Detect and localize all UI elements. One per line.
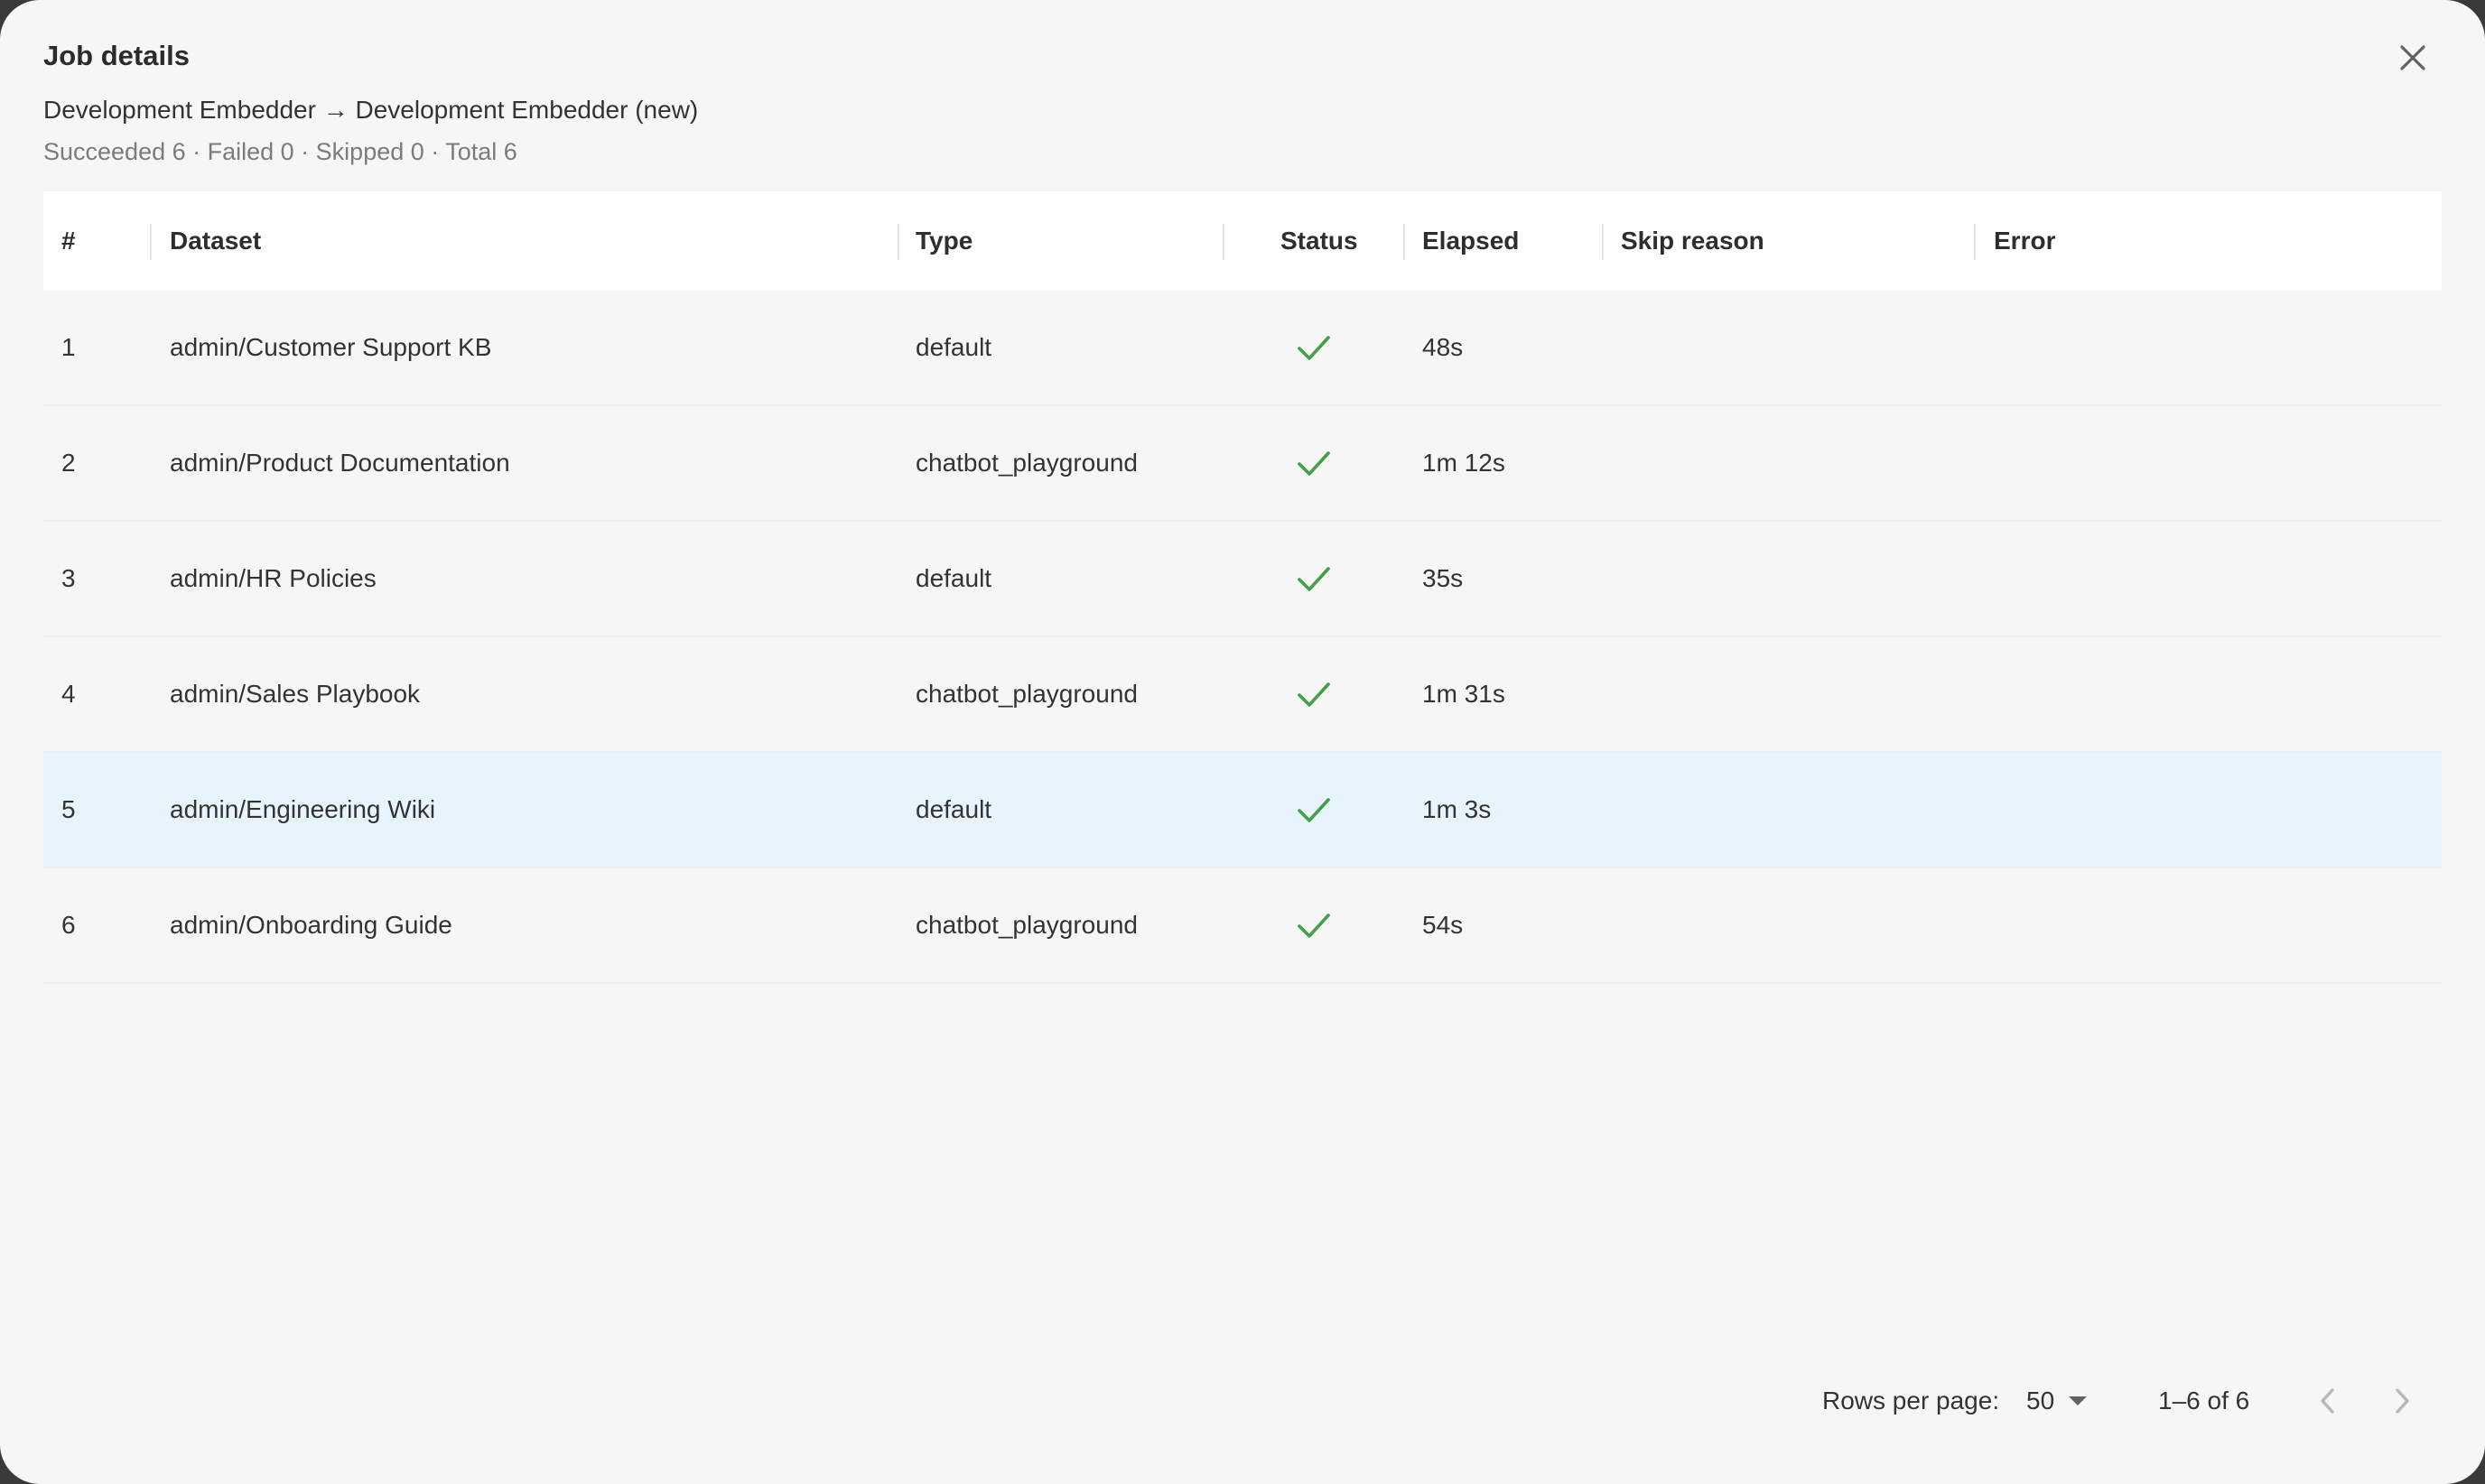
cell-elapsed: 1m 3s (1422, 795, 1492, 823)
arrow-drop-down-icon (2069, 1396, 2088, 1405)
close-button[interactable] (2389, 34, 2436, 81)
cell-type: default (916, 333, 992, 361)
cell-dataset: admin/Customer Support KB (170, 333, 492, 361)
column-separator (1602, 224, 1604, 260)
table-header: # Dataset Type Status Elapsed Skip reaso… (43, 191, 2442, 291)
previous-page-button[interactable] (2306, 1379, 2350, 1423)
cell-type: chatbot_playground (916, 449, 1138, 477)
cell-dataset: admin/HR Policies (170, 564, 377, 592)
job-route: Development Embedder → Development Embed… (43, 96, 699, 124)
cell-elapsed: 1m 31s (1422, 680, 1505, 708)
next-page-button[interactable] (2380, 1379, 2424, 1423)
cell-dataset: admin/Engineering Wiki (170, 795, 436, 823)
column-header-type[interactable]: Type (916, 191, 973, 291)
cell-index: 6 (61, 911, 76, 939)
column-header-index[interactable]: # (61, 191, 76, 291)
column-separator (1974, 224, 1976, 260)
chevron-right-icon (2396, 1388, 2409, 1414)
cell-elapsed: 35s (1422, 564, 1464, 592)
table-row[interactable]: 4 admin/Sales Playbook chatbot_playgroun… (43, 637, 2442, 753)
cell-index: 1 (61, 333, 76, 361)
table-row[interactable]: 2 admin/Product Documentation chatbot_pl… (43, 406, 2442, 522)
rows-per-page-select[interactable]: 50 (2026, 1381, 2089, 1421)
column-header-dataset[interactable]: Dataset (170, 191, 261, 291)
cell-index: 5 (61, 795, 76, 823)
close-icon (2400, 45, 2425, 70)
column-header-error[interactable]: Error (1994, 191, 2055, 291)
chevron-left-icon (2321, 1388, 2334, 1414)
check-icon (1298, 336, 1330, 360)
job-details-dialog: Job details Development Embedder → Devel… (0, 0, 2485, 1484)
rows-per-page-label: Rows per page: (1822, 1387, 2000, 1414)
check-icon (1298, 914, 1330, 938)
column-header-elapsed[interactable]: Elapsed (1422, 191, 1519, 291)
dialog-title: Job details (43, 40, 190, 71)
cell-type: chatbot_playground (916, 911, 1138, 939)
check-icon (1298, 567, 1330, 591)
check-icon (1298, 682, 1330, 707)
job-results-table: # Dataset Type Status Elapsed Skip reaso… (43, 191, 2442, 984)
cell-type: chatbot_playground (916, 680, 1138, 708)
cell-elapsed: 54s (1422, 911, 1464, 939)
column-separator (1223, 224, 1224, 260)
cell-type: default (916, 564, 992, 592)
cell-dataset: admin/Onboarding Guide (170, 911, 452, 939)
cell-elapsed: 48s (1422, 333, 1464, 361)
column-separator (1403, 224, 1405, 260)
check-icon (1298, 451, 1330, 476)
cell-index: 4 (61, 680, 76, 708)
check-icon (1298, 798, 1330, 822)
cell-type: default (916, 795, 992, 823)
pagination-range: 1–6 of 6 (2158, 1387, 2250, 1414)
column-header-status[interactable]: Status (1280, 191, 1358, 291)
cell-index: 3 (61, 564, 76, 592)
cell-dataset: admin/Product Documentation (170, 449, 510, 477)
table-row[interactable]: 1 admin/Customer Support KB default 48s (43, 291, 2442, 406)
table-row[interactable]: 6 admin/Onboarding Guide chatbot_playgro… (43, 868, 2442, 984)
job-summary: Succeeded 6 · Failed 0 · Skipped 0 · Tot… (43, 138, 517, 165)
cell-index: 2 (61, 449, 76, 477)
cell-dataset: admin/Sales Playbook (170, 680, 421, 708)
table-row[interactable]: 5 admin/Engineering Wiki default 1m 3s (43, 753, 2442, 868)
column-separator (898, 224, 899, 260)
column-header-skip-reason[interactable]: Skip reason (1621, 191, 1764, 291)
column-separator (150, 224, 152, 260)
rows-per-page-value: 50 (2026, 1387, 2055, 1414)
table-row[interactable]: 3 admin/HR Policies default 35s (43, 522, 2442, 637)
cell-elapsed: 1m 12s (1422, 449, 1505, 477)
